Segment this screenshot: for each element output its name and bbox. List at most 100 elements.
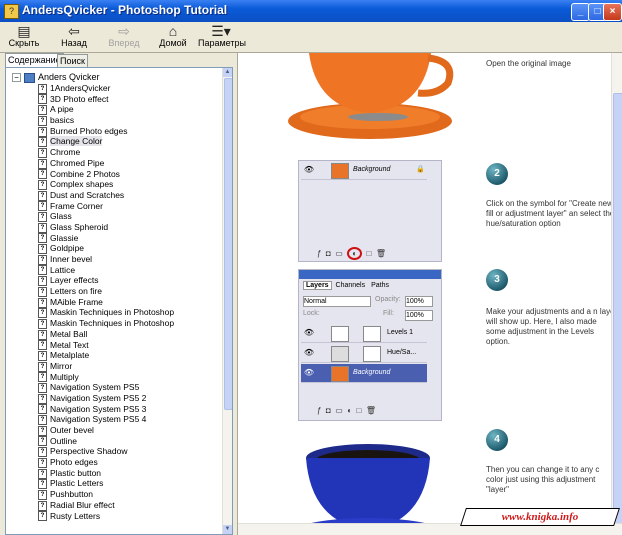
tree-item[interactable]: ? 1AndersQvicker <box>38 83 174 94</box>
new-layer-icon[interactable]: □ <box>357 406 362 415</box>
tree-item[interactable]: ? Multiply <box>38 372 174 383</box>
step-2-number: 2 <box>486 163 508 185</box>
tree-item[interactable]: ? MAible Frame <box>38 297 174 308</box>
tab-search[interactable]: Поиск <box>57 54 88 67</box>
tree-item[interactable]: ? Chrome <box>38 147 174 158</box>
layer-style-icon[interactable]: ƒ <box>317 406 321 415</box>
eye-icon[interactable]: 👁 <box>303 367 315 379</box>
tree-item[interactable]: ? Burned Photo edges <box>38 126 174 137</box>
hide-button[interactable]: ▤ Скрыть <box>8 24 40 50</box>
home-button[interactable]: ⌂ Домой <box>158 24 188 50</box>
mask-icon[interactable]: ◘ <box>326 249 331 258</box>
tree-item[interactable]: ? Photo edges <box>38 457 174 468</box>
folder-icon[interactable]: ▭ <box>335 249 343 258</box>
tree-item[interactable]: ? A pipe <box>38 104 174 116</box>
navigation-pane: Содержание Поиск − Anders Qvicker ? 1Ander… <box>1 53 235 535</box>
tree-item[interactable]: ? Glassie <box>38 233 174 244</box>
tree-item[interactable]: ? Navigation System PS5 3 <box>38 404 174 415</box>
tree-root[interactable]: − Anders Qvicker <box>12 72 100 83</box>
tree-item[interactable]: ? basics <box>38 115 174 126</box>
layer-row-levels[interactable]: 👁 Levels 1 <box>301 324 427 343</box>
back-button[interactable]: ⇦ Назад <box>60 24 88 50</box>
tree-item[interactable]: ? Lattice <box>38 265 174 276</box>
content-scrollbar[interactable] <box>611 53 622 525</box>
new-layer-icon[interactable]: □ <box>367 249 372 258</box>
blend-mode-select[interactable]: Normal <box>303 296 371 307</box>
tree-item[interactable]: ? Letters on fire <box>38 286 174 297</box>
tab-layers[interactable]: Layers <box>303 281 332 290</box>
trash-icon[interactable]: 🗑 <box>376 249 386 258</box>
tree-item[interactable]: ? Perspective Shadow <box>38 446 174 458</box>
tree-item[interactable]: ? Navigation System PS5 4 <box>38 414 174 426</box>
tree-item[interactable]: ? Metal Text <box>38 340 174 351</box>
close-button[interactable]: × <box>603 3 622 21</box>
forward-button[interactable]: ⇨ Вперед <box>108 24 140 50</box>
tree-item[interactable]: ? Glass Spheroid <box>38 222 174 233</box>
layer-name: Background <box>353 166 391 173</box>
layer-row-background[interactable]: 👁 Background <box>301 364 427 383</box>
tree-item[interactable]: ? Mirror <box>38 361 174 372</box>
tree-item[interactable]: ? Chromed Pipe <box>38 158 174 169</box>
fill-field[interactable]: 100% <box>405 310 433 321</box>
lock-label: Lock: <box>303 310 320 317</box>
tree-item[interactable]: ? Layer effects <box>38 275 174 287</box>
layer-name: Hue/Sa... <box>387 349 417 356</box>
tree-item[interactable]: ? Glass <box>38 211 174 222</box>
tree-item[interactable]: ? Dust and Scratches <box>38 190 174 201</box>
tree-item[interactable]: ? Complex shapes <box>38 179 174 190</box>
tree-item[interactable]: ? Outer bevel <box>38 425 174 436</box>
back-arrow-icon: ⇦ <box>68 23 80 39</box>
tree-item[interactable]: ? Goldpipe <box>38 243 174 255</box>
scroll-down-icon[interactable]: ▼ <box>223 525 232 534</box>
help-topic-icon: ? <box>38 425 47 436</box>
tree-item[interactable]: ? Navigation System PS5 <box>38 382 174 393</box>
folder-icon[interactable]: ▭ <box>335 406 343 415</box>
tree-item[interactable]: ? Frame Corner <box>38 201 174 212</box>
mask-icon[interactable]: ◘ <box>326 406 331 415</box>
scroll-thumb[interactable] <box>224 78 232 410</box>
tree-item[interactable]: ? Plastic Letters <box>38 478 174 490</box>
scroll-up-icon[interactable]: ▲ <box>223 68 232 77</box>
trash-icon[interactable]: 🗑 <box>366 406 376 415</box>
content-scroll-thumb[interactable] <box>613 93 622 525</box>
collapse-icon[interactable]: − <box>12 73 21 83</box>
tree-item[interactable]: ? Navigation System PS5 2 <box>38 393 174 404</box>
tree-item[interactable]: ? Rusty Letters <box>38 511 174 522</box>
tree-item[interactable]: ? Inner bevel <box>38 254 174 265</box>
tree-item-label: Dust and Scratches <box>50 189 125 200</box>
tree-item-label: 3D Photo effect <box>50 93 109 104</box>
help-topic-icon: ? <box>38 201 47 212</box>
tab-channels[interactable]: Channels <box>334 282 368 289</box>
help-topic-icon: ? <box>38 190 47 201</box>
eye-icon[interactable]: 👁 <box>303 164 315 176</box>
help-topic-icon: ? <box>38 468 47 479</box>
tree-item[interactable]: ? 3D Photo effect <box>38 94 174 105</box>
tree-scrollbar[interactable]: ▲ ▼ <box>222 68 232 534</box>
tree-item[interactable]: ? Pushbutton <box>38 489 174 500</box>
tree-item[interactable]: ? Change Color <box>38 136 174 148</box>
tree-item[interactable]: ? Metalplate <box>38 350 174 361</box>
tree-item[interactable]: ? Maskin Techniques in Photoshop <box>38 307 174 319</box>
tree-item[interactable]: ? Plastic button <box>38 468 174 479</box>
eye-icon[interactable]: 👁 <box>303 327 315 339</box>
tree-item[interactable]: ? Combine 2 Photos <box>38 169 174 180</box>
tree-item[interactable]: ? Outline <box>38 436 174 447</box>
adjustment-layer-icon[interactable]: ◐ <box>347 406 352 415</box>
tree-item[interactable]: ? Radial Blur effect <box>38 500 174 511</box>
tree-item[interactable]: ? Maskin Techniques in Photoshop <box>38 318 174 329</box>
layer-row-hue-saturation[interactable]: 👁 Hue/Sa... <box>301 344 427 363</box>
help-topic-icon: ? <box>38 404 47 415</box>
tab-contents[interactable]: Содержание <box>5 53 64 67</box>
layer-row-background[interactable]: 👁 Background 🔒 <box>301 161 427 180</box>
options-button[interactable]: ☰▾ Параметры <box>198 24 246 50</box>
tree-item-label: Plastic Letters <box>50 478 104 489</box>
tree-item[interactable]: ? Metal Ball <box>38 329 174 340</box>
tree-root-label: Anders Qvicker <box>38 72 100 82</box>
layer-style-icon[interactable]: ƒ <box>317 249 321 258</box>
help-topic-icon: ? <box>38 361 47 372</box>
step-3-text: Make your adjustments and a n layer will… <box>486 307 618 346</box>
tab-paths[interactable]: Paths <box>369 282 391 289</box>
opacity-field[interactable]: 100% <box>405 296 433 307</box>
eye-icon[interactable]: 👁 <box>303 347 315 359</box>
adjustment-layer-icon[interactable]: ◐ <box>347 247 363 260</box>
